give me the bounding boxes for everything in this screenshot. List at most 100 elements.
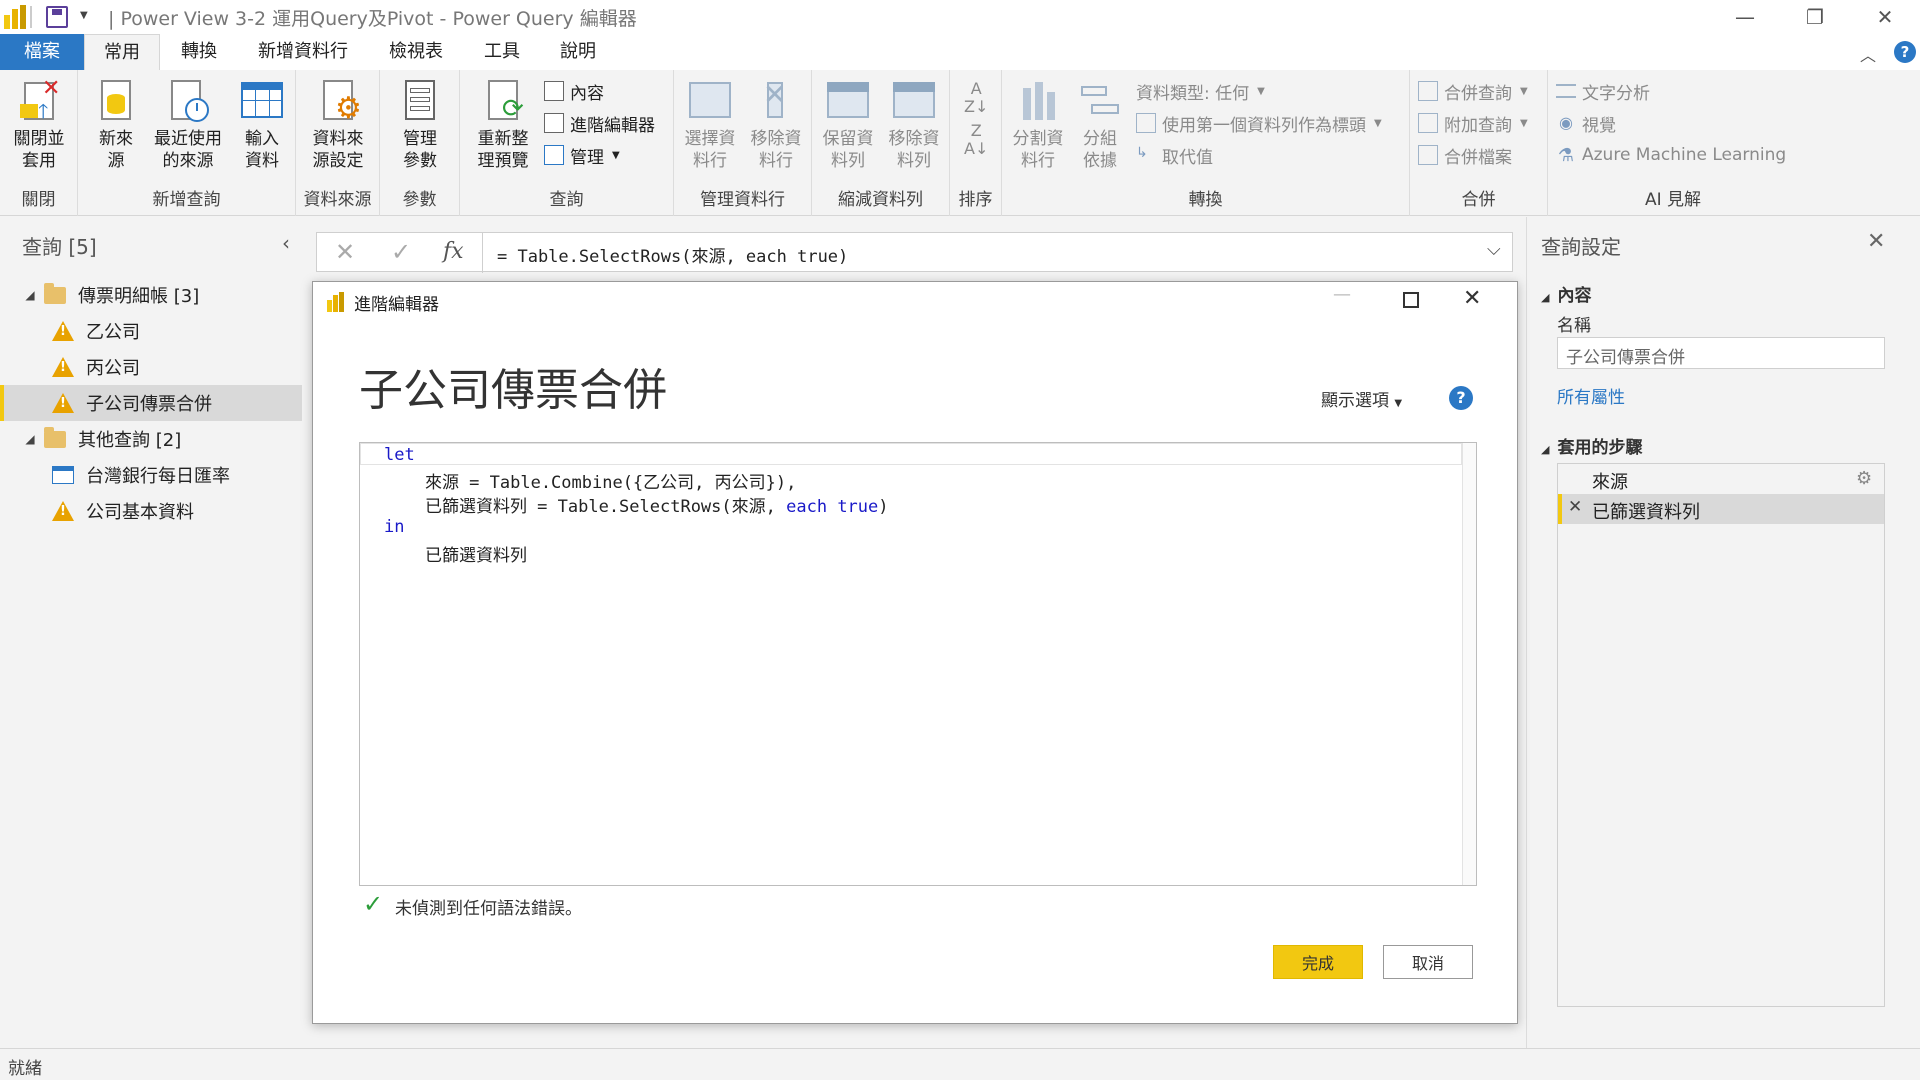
query-item-label: 丙公司 — [86, 358, 140, 379]
append-queries-button[interactable]: 附加查詢 ▼ — [1418, 110, 1528, 136]
query-item-label: 乙公司 — [86, 322, 140, 343]
group-query-label: 查詢 — [549, 190, 584, 210]
dialog-maximize-button[interactable] — [1403, 292, 1419, 308]
expand-triangle-icon[interactable]: ◢ — [20, 288, 40, 302]
choose-columns-button[interactable]: 選擇資 料行 — [678, 78, 742, 172]
fx-icon[interactable]: fx — [443, 239, 464, 264]
query-group-ledger[interactable]: ◢ 傳票明細帳 [3] — [0, 277, 302, 313]
tab-home[interactable]: 常用 — [84, 34, 160, 71]
refresh-preview-button[interactable]: ⟳ 重新整 理預覽 — [468, 78, 538, 172]
tab-view[interactable]: 檢視表 — [376, 34, 456, 70]
code-keyword-in: in — [384, 517, 405, 537]
azure-ml-button[interactable]: ⚗ Azure Machine Learning — [1556, 142, 1786, 168]
dialog-help-icon[interactable]: ? — [1449, 386, 1473, 410]
display-options-button[interactable]: 顯示選項 ▼ — [1321, 386, 1402, 411]
step-item[interactable]: 來源 — [1558, 464, 1884, 494]
dialog-minimize-button[interactable]: — — [1333, 284, 1351, 305]
manage-icon — [544, 145, 564, 165]
vision-button[interactable]: ◉ 視覺 — [1556, 110, 1616, 136]
cancel-formula-icon[interactable]: ✕ — [335, 238, 355, 266]
ribbon: ✕ 🡑 關閉並 套用 關閉 新來 源 最近使用 的來源 輸入 資料 新增查詢 ⚙… — [0, 70, 1920, 216]
append-queries-label: 附加查詢 — [1444, 115, 1512, 136]
tab-add-column[interactable]: 新增資料行 — [248, 34, 358, 70]
tab-help[interactable]: 說明 — [548, 34, 608, 70]
group-parameters-label: 參數 — [402, 190, 437, 210]
query-group-other[interactable]: ◢ 其他查詢 [2] — [0, 421, 302, 457]
minimize-button[interactable]: — — [1710, 0, 1780, 34]
manage-parameters-label: 管理 參數 — [403, 129, 437, 171]
new-source-button[interactable]: 新來 源 — [88, 78, 144, 172]
close-settings-icon[interactable]: ✕ — [1867, 229, 1885, 254]
restore-button[interactable]: ❐ — [1780, 0, 1850, 34]
manage-parameters-button[interactable]: 管理 參數 — [386, 78, 454, 172]
expand-triangle-icon[interactable]: ◢ — [20, 432, 40, 446]
azure-ml-label: Azure Machine Learning — [1582, 145, 1787, 165]
step-label: 已篩選資料列 — [1592, 502, 1700, 523]
merge-queries-button[interactable]: 合併查詢 ▼ — [1418, 78, 1528, 104]
done-button[interactable]: 完成 — [1273, 945, 1363, 979]
split-column-button[interactable]: 分割資 料行 — [1006, 78, 1070, 172]
properties-button[interactable]: 內容 — [544, 78, 604, 104]
step-label: 來源 — [1592, 472, 1628, 493]
dialog-close-button[interactable]: ✕ — [1463, 286, 1481, 311]
tab-tools[interactable]: 工具 — [472, 34, 532, 70]
replace-values-button[interactable]: ↳ 取代值 — [1136, 142, 1213, 168]
query-item[interactable]: 公司基本資料 — [0, 493, 302, 529]
text-analytics-button[interactable]: 文字分析 — [1556, 78, 1650, 104]
save-icon[interactable] — [46, 6, 68, 28]
manage-button[interactable]: 管理 ▼ — [544, 142, 620, 168]
warning-icon — [52, 357, 74, 377]
use-first-row-headers-button[interactable]: 使用第一個資料列作為標頭 ▼ — [1136, 110, 1382, 136]
group-by-button[interactable]: 分組 依據 — [1072, 78, 1128, 172]
step-item-selected[interactable]: 已篩選資料列 — [1558, 494, 1884, 524]
formula-input[interactable]: = Table.SelectRows(來源, each true) — [497, 242, 848, 267]
close-apply-label: 關閉並 套用 — [13, 129, 65, 171]
group-parameters: 管理 參數 參數 — [380, 70, 460, 216]
remove-rows-button[interactable]: 移除資 料列 — [882, 78, 946, 172]
sort-ascending-icon[interactable]: A Z↓ — [964, 80, 988, 116]
collapse-queries-icon[interactable]: ‹ — [282, 231, 290, 255]
query-item[interactable]: 乙公司 — [0, 313, 302, 349]
query-name-heading: 子公司傳票合併 — [359, 365, 667, 416]
power-bi-logo-icon — [4, 5, 26, 29]
close-window-button[interactable]: ✕ — [1850, 0, 1920, 34]
all-properties-link[interactable]: 所有屬性 — [1557, 383, 1625, 408]
applied-steps-label: 套用的步驟 — [1557, 438, 1643, 458]
collapse-ribbon-icon[interactable]: ︿ — [1860, 42, 1876, 66]
data-source-settings-button[interactable]: ⚙ 資料來 源設定 — [304, 78, 372, 172]
query-name-input[interactable]: 子公司傳票合併 — [1557, 337, 1885, 369]
group-manage-columns-label: 管理資料行 — [700, 190, 785, 210]
delete-step-icon[interactable]: ✕ — [1568, 497, 1582, 517]
combine-files-button[interactable]: 合併檔案 — [1418, 142, 1512, 168]
recent-sources-button[interactable]: 最近使用 的來源 — [148, 78, 228, 172]
code-scrollbar[interactable] — [1462, 443, 1476, 885]
commit-formula-icon[interactable]: ✓ — [391, 238, 411, 266]
enter-data-icon — [239, 78, 285, 124]
keep-rows-button[interactable]: 保留資 料列 — [816, 78, 880, 172]
formula-bar: ✕ ✓ fx = Table.SelectRows(來源, each true)… — [316, 232, 1513, 273]
advanced-editor-button[interactable]: 進階編輯器 — [544, 110, 655, 136]
step-settings-gear-icon[interactable]: ⚙ — [1856, 468, 1872, 489]
combine-files-label: 合併檔案 — [1444, 147, 1512, 168]
remove-columns-button[interactable]: ✕ 移除資 料行 — [744, 78, 808, 172]
applied-steps-list: 來源 ⚙ 已篩選資料列 ✕ — [1557, 463, 1885, 1007]
new-source-icon — [93, 78, 139, 124]
query-item[interactable]: 台灣銀行每日匯率 — [0, 457, 302, 493]
enter-data-button[interactable]: 輸入 資料 — [232, 78, 292, 172]
sort-descending-icon[interactable]: Z A↓ — [964, 122, 988, 158]
data-type-button[interactable]: 資料類型: 任何 ▼ — [1136, 78, 1265, 104]
recent-sources-icon — [165, 78, 211, 124]
no-errors-check-icon: ✓ — [363, 890, 384, 918]
quick-access-dropdown-icon[interactable]: ▼ — [80, 10, 88, 21]
data-type-dropdown-icon: ▼ — [1257, 85, 1265, 97]
tab-transform[interactable]: 轉換 — [166, 34, 232, 70]
query-item[interactable]: 丙公司 — [0, 349, 302, 385]
expand-formula-icon[interactable]: ⌵ — [1487, 239, 1501, 260]
close-apply-button[interactable]: ✕ 🡑 關閉並 套用 — [4, 78, 74, 172]
cancel-button[interactable]: 取消 — [1383, 945, 1473, 979]
tab-file[interactable]: 檔案 — [0, 34, 84, 70]
help-icon[interactable]: ? — [1894, 41, 1916, 63]
code-editor[interactable]: let 來源 = Table.Combine({乙公司, 丙公司}), 已篩選資… — [359, 442, 1477, 886]
group-sort: A Z↓ Z A↓ 排序 — [950, 70, 1002, 216]
query-item-selected[interactable]: 子公司傳票合併 — [0, 385, 302, 421]
